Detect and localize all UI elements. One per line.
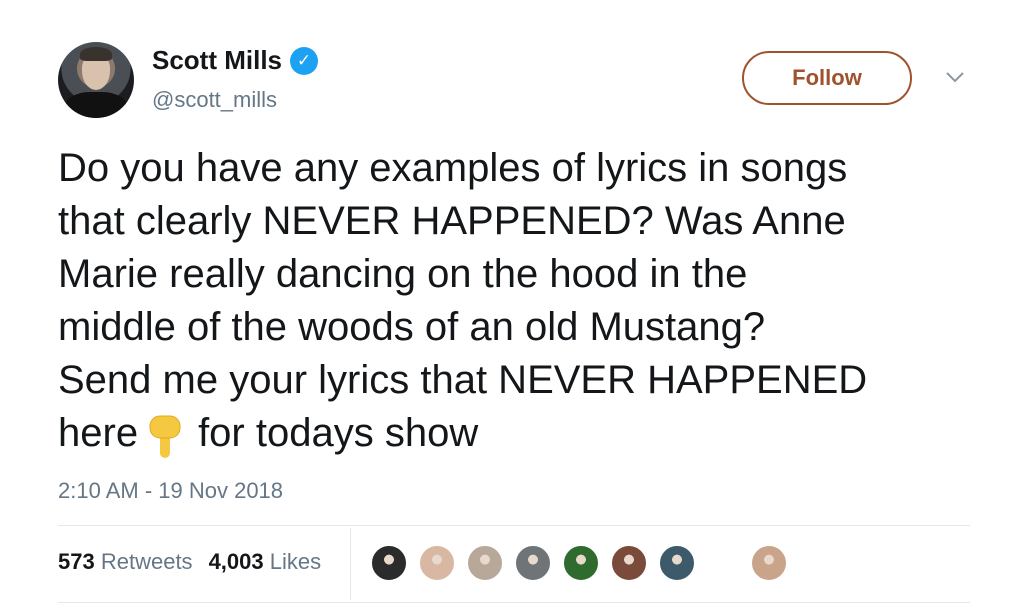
tweet-line: Send me your lyrics that NEVER HAPPENED xyxy=(58,358,868,402)
liker-avatar-6[interactable] xyxy=(610,544,648,582)
liker-avatar-1[interactable] xyxy=(370,544,408,582)
retweets-count: 573 xyxy=(58,549,95,574)
author-handle[interactable]: @scott_mills xyxy=(152,87,277,113)
liker-avatar-7[interactable] xyxy=(658,544,696,582)
avatar-hair xyxy=(80,47,112,61)
divider-top xyxy=(58,525,970,526)
verified-badge-icon: ✓ xyxy=(290,46,319,75)
likes-count: 4,003 xyxy=(208,549,264,574)
retweets-label: Retweets xyxy=(100,549,193,574)
avatar-shirt xyxy=(64,92,128,118)
liker-avatar-3[interactable] xyxy=(466,544,504,582)
tweet-line: Marie really dancing on the hood in the xyxy=(58,252,748,296)
tweet-text: Do you have any examples of lyrics in so… xyxy=(58,142,988,460)
tweet-line: Do you have any examples of lyrics in so… xyxy=(58,146,848,190)
likes-label: Likes xyxy=(269,549,322,574)
liker-avatar-5[interactable] xyxy=(562,544,600,582)
stats-separator xyxy=(350,528,351,600)
liker-avatar-2[interactable] xyxy=(418,544,456,582)
tweet-text-for-todays-show: for todays show xyxy=(198,411,479,455)
pointing-down-emoji-icon xyxy=(149,415,181,459)
liker-avatar-8[interactable] xyxy=(750,544,788,582)
tweet-line-last: here for todays show xyxy=(58,407,988,460)
author-name-row: Scott Mills ✓ xyxy=(152,45,319,76)
liker-avatar-4[interactable] xyxy=(514,544,552,582)
tweet-line: middle of the woods of an old Mustang? xyxy=(58,305,766,349)
engagement-stats: 573 Retweets 4,003 Likes xyxy=(58,549,321,575)
likes-stat[interactable]: 4,003 Likes xyxy=(209,549,322,575)
author-display-name[interactable]: Scott Mills xyxy=(152,45,282,76)
tweet-text-here: here xyxy=(58,411,139,455)
follow-button[interactable]: Follow xyxy=(742,51,912,105)
retweets-stat[interactable]: 573 Retweets xyxy=(58,549,193,575)
tweet-line: that clearly NEVER HAPPENED? Was Anne xyxy=(58,199,846,243)
author-avatar[interactable] xyxy=(58,42,134,118)
divider-bottom xyxy=(58,602,970,603)
chevron-down-icon[interactable] xyxy=(944,66,966,88)
tweet-timestamp[interactable]: 2:10 AM - 19 Nov 2018 xyxy=(58,478,283,504)
liker-avatars xyxy=(370,544,788,582)
